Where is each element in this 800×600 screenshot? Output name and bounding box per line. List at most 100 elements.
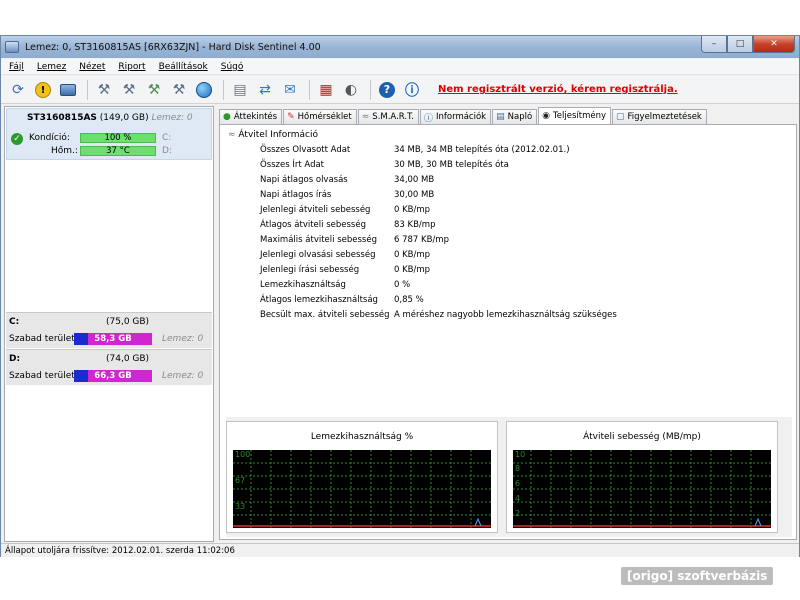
title-bar[interactable]: Lemez: 0, ST3160815AS [6RX63ZJN] - Hard … <box>1 36 799 58</box>
info-value: 0 KB/mp <box>394 250 431 260</box>
free-space-value: 58,3 GB <box>94 334 132 344</box>
menu-file[interactable]: Fájl <box>9 62 24 72</box>
menu-report[interactable]: Riport <box>118 62 145 72</box>
sync-icon[interactable]: ⇄ <box>254 79 276 101</box>
check-icon: ● <box>223 112 231 122</box>
toolbar-separator <box>370 79 371 100</box>
info-value: 0 KB/mp <box>394 265 431 275</box>
doc-icon[interactable]: ▤ <box>229 79 251 101</box>
graph-title: Átviteli sebesség (MB/mp) <box>583 432 701 442</box>
transfer-grid <box>513 450 771 528</box>
toolbar: ⟳ ! ⚒ ⚒ ⚒ ⚒ ▤ ⇄ ✉ ▦ ◐ ? ⓘ Nem regisztrál… <box>1 76 799 104</box>
log-icon: ▤ <box>496 112 505 122</box>
performance-panel: ≈ Átvitel Információ Összes Olvasott Ada… <box>219 124 797 540</box>
disk-name: ST3160815AS <box>27 113 97 123</box>
status-bar: Állapot utoljára frissítve: 2012.02.01. … <box>1 543 799 557</box>
alert-icon[interactable]: ! <box>32 79 54 101</box>
smart-icon: ≈ <box>361 112 370 122</box>
info-value: A méréshez nagyobb lemezkihasználtság sz… <box>394 310 617 320</box>
info-label: Összes Olvasott Adat <box>260 145 351 155</box>
menu-view[interactable]: Nézet <box>79 62 105 72</box>
tab-label: Hőmérséklet <box>297 112 352 122</box>
help-icon[interactable]: ? <box>376 79 398 101</box>
tab-smart[interactable]: ≈ S.M.A.R.T. <box>357 109 419 124</box>
info-value: 30 MB, 30 MB telepítés óta <box>394 160 509 170</box>
free-space-label: Szabad terület <box>9 371 75 381</box>
y-tick-label: 10 <box>515 450 526 459</box>
close-button[interactable]: ✕ <box>753 36 795 53</box>
menu-help[interactable]: Súgó <box>221 62 244 72</box>
graph-title: Lemezkihasználtság % <box>310 432 414 442</box>
info-value: 6 787 KB/mp <box>394 235 449 245</box>
sound-icon[interactable]: ◐ <box>340 79 362 101</box>
send-icon[interactable]: ✉ <box>279 79 301 101</box>
drive-size: (74,0 GB) <box>106 354 150 364</box>
free-space-bar: 58,3 GB <box>74 333 152 345</box>
tab-warnings[interactable]: ▢ Figyelmeztetések <box>612 109 707 124</box>
info-value: 83 KB/mp <box>394 220 436 230</box>
info-label: Becsült max. átviteli sebesség <box>260 310 390 320</box>
info-label: Lemezkihasználtság <box>260 280 346 290</box>
temp-drive: D: <box>162 146 172 156</box>
refresh-icon[interactable]: ⟳ <box>7 79 29 101</box>
menu-disk[interactable]: Lemez <box>37 62 66 72</box>
y-tick-label: 100 <box>235 450 251 459</box>
info-label: Napi átlagos írás <box>260 190 332 200</box>
tool2-icon[interactable]: ⚒ <box>118 79 140 101</box>
y-tick-label: 8 <box>515 464 521 473</box>
register-link[interactable]: Nem regisztrált verzió, kérem regisztrál… <box>438 84 678 95</box>
drive-lemez: Lemez: 0 <box>162 334 204 344</box>
graph-plot: 100 67 33 <box>233 450 491 528</box>
menu-settings[interactable]: Beállítások <box>159 62 208 72</box>
transfer-rate-graph: Átviteli sebesség (MB/mp) 10 8 6 4 2 <box>506 421 778 533</box>
info-label: Átlagos lemezkihasználtság <box>260 295 378 305</box>
warning-doc-icon: ▢ <box>616 112 625 122</box>
info-icon[interactable]: ⓘ <box>401 79 423 101</box>
tool3-icon[interactable]: ⚒ <box>143 79 165 101</box>
condition-label: Kondíció: <box>29 133 70 143</box>
app-icon <box>5 41 19 53</box>
globe-icon[interactable] <box>193 79 215 101</box>
tool4-icon[interactable]: ⚒ <box>168 79 190 101</box>
condition-drive: C: <box>162 133 172 143</box>
free-space-bar: 66,3 GB <box>74 370 152 382</box>
info-label: Napi átlagos olvasás <box>260 175 348 185</box>
drive-c[interactable]: C: (75,0 GB) Szabad terület 58,3 GB Leme… <box>6 312 212 348</box>
info-value: 34 MB, 34 MB telepítés óta (2012.02.01.) <box>394 145 570 155</box>
info-label: Jelenlegi átviteli sebesség <box>260 205 371 215</box>
drive-size: (75,0 GB) <box>106 317 150 327</box>
y-tick-label: 33 <box>235 502 246 511</box>
tab-overview[interactable]: ● Áttekintés <box>219 109 283 124</box>
tab-temperature[interactable]: ✎ Hőmérséklet <box>283 109 357 124</box>
series-spike <box>474 517 482 527</box>
app-window: Lemez: 0, ST3160815AS [6RX63ZJN] - Hard … <box>0 35 800 557</box>
tab-info[interactable]: ⓘ Információk <box>420 109 492 124</box>
menu-bar: Fájl Lemez Nézet Riport Beállítások Súgó <box>1 59 799 75</box>
disk-summary[interactable]: ST3160815AS (149,0 GB) Lemez: 0 ✓ Kondíc… <box>6 108 212 160</box>
tool1-icon[interactable]: ⚒ <box>93 79 115 101</box>
tab-performance[interactable]: ◉ Teljesítmény <box>538 107 611 124</box>
drive-letter: D: <box>9 354 21 364</box>
section-title-text: Átvitel Információ <box>238 130 319 140</box>
drive-d[interactable]: D: (74,0 GB) Szabad terület 66,3 GB Leme… <box>6 349 212 385</box>
utilization-graph: Lemezkihasználtság % 100 67 33 <box>226 421 498 533</box>
thermometer-icon: ✎ <box>287 112 295 122</box>
info-value: 0,85 % <box>394 295 424 305</box>
utilization-grid <box>233 450 491 528</box>
tab-label: Áttekintés <box>233 112 278 122</box>
maximize-button[interactable]: □ <box>727 36 753 53</box>
tab-log[interactable]: ▤ Napló <box>492 109 538 124</box>
info-icon: ⓘ <box>424 113 434 124</box>
section-title: ≈ Átvitel Információ <box>228 130 318 140</box>
tab-label: Információk <box>436 112 487 122</box>
condition-bar: 100 % <box>80 133 156 143</box>
toolbar-separator <box>223 79 224 100</box>
minimize-button[interactable]: – <box>701 36 727 53</box>
transfer-icon: ≈ <box>228 130 236 140</box>
chart-icon[interactable]: ▦ <box>315 79 337 101</box>
toolbar-separator <box>309 79 310 100</box>
drive-letter: C: <box>9 317 20 327</box>
info-value: 34,00 MB <box>394 175 435 185</box>
disk-lemez: Lemez: 0 <box>151 113 193 123</box>
disk-icon[interactable] <box>57 79 79 101</box>
